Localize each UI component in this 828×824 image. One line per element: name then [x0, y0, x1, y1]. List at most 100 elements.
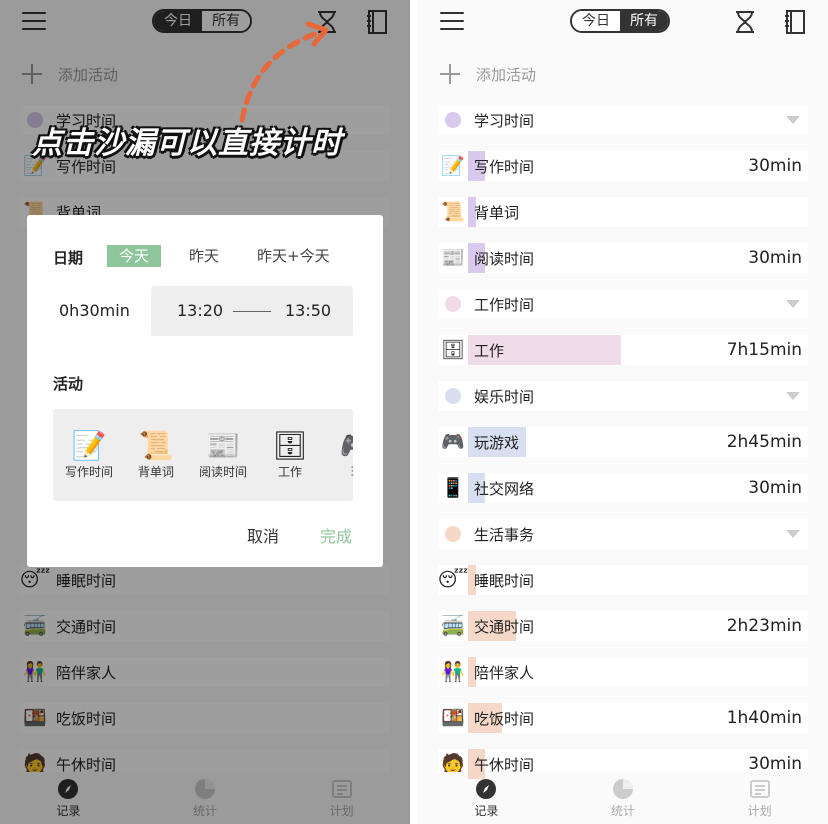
- activity-option-label: 背单词: [137, 465, 174, 479]
- activity-duration: 30min: [748, 156, 802, 176]
- nav-record-label: 记录: [474, 803, 499, 818]
- nav-record[interactable]: 记录: [418, 772, 555, 824]
- activity-row[interactable]: 🎮 玩游戏 2h45min: [438, 427, 808, 457]
- date-option-yesterday[interactable]: 昨天: [177, 245, 231, 267]
- top-bar: 今日 所有: [418, 0, 828, 44]
- activity-row[interactable]: 😴 睡眠时间: [438, 565, 808, 595]
- time-separator: [233, 311, 271, 312]
- file-cabinet-icon: 🗄: [272, 429, 308, 462]
- activity-row[interactable]: 📝 写作时间 30min: [438, 151, 808, 181]
- activity-name-wrap: 社交网络: [468, 473, 535, 503]
- duration-value: 0h30min: [59, 301, 130, 320]
- activity-name-wrap: 工作: [468, 335, 621, 365]
- sleepy-face-icon: 😴: [437, 568, 469, 591]
- category-row[interactable]: 工作时间: [438, 289, 808, 319]
- view-toggle: 今日 所有: [570, 9, 670, 33]
- newspaper-icon: 📰: [205, 429, 241, 462]
- nav-stats-label: 统计: [611, 803, 636, 818]
- arrow-icon: [239, 21, 329, 123]
- activity-row[interactable]: 👫 陪伴家人: [438, 657, 808, 687]
- category-row[interactable]: 学习时间: [438, 105, 808, 135]
- gamepad-icon: 🎮: [327, 429, 353, 463]
- activity-option[interactable]: 🎮玩: [327, 429, 353, 480]
- activity-name-wrap: 陪伴家人: [468, 657, 534, 687]
- category-color-dot: [445, 112, 461, 128]
- category-row[interactable]: 生活事务: [438, 519, 808, 549]
- category-color-dot: [445, 388, 461, 404]
- activity-label: 阅读时间: [474, 249, 535, 268]
- activity-row[interactable]: 📰 阅读时间 30min: [438, 243, 808, 273]
- notebook-icon[interactable]: [782, 9, 808, 35]
- bottom-nav: 记录 统计 计划: [418, 772, 828, 824]
- plan-icon: [749, 779, 770, 798]
- category-row[interactable]: 娱乐时间: [438, 381, 808, 411]
- activity-name-wrap: 吃饭时间: [468, 703, 535, 733]
- activity-option[interactable]: 📜 背单词: [126, 429, 186, 480]
- add-record-dialog: 日期 今天 昨天 昨天+今天 0h30min 13:20 13:50 活动 📝 写…: [27, 215, 383, 567]
- activity-duration: 30min: [748, 478, 802, 498]
- activity-name-wrap: 睡眠时间: [468, 565, 534, 595]
- chevron-down-icon[interactable]: [786, 116, 800, 124]
- family-icon: 👫: [441, 660, 465, 683]
- activity-row[interactable]: 📜 背单词: [438, 197, 808, 227]
- time-range: 13:20 13:50: [151, 286, 353, 336]
- add-activity-label: 添加活动: [476, 65, 537, 84]
- activity-row[interactable]: 🚎 交通时间 2h23min: [438, 611, 808, 641]
- nav-plan[interactable]: 计划: [691, 772, 828, 824]
- activity-label: 社交网络: [474, 479, 535, 498]
- activity-name-wrap: 阅读时间: [468, 243, 535, 273]
- activity-duration: 30min: [748, 248, 802, 268]
- chevron-down-icon[interactable]: [786, 530, 800, 538]
- plus-icon: [440, 64, 460, 84]
- activity-label: 工作: [474, 341, 505, 360]
- date-label: 日期: [53, 249, 84, 267]
- activity-name-wrap: 玩游戏: [468, 427, 526, 457]
- activity-label: 吃饭时间: [474, 709, 535, 728]
- start-time[interactable]: 13:20: [177, 301, 223, 320]
- pie-chart-icon: [613, 778, 633, 799]
- activity-option[interactable]: 🗄 工作: [260, 429, 320, 480]
- activity-option-label: 工作: [277, 465, 302, 479]
- activity-duration: 7h15min: [726, 340, 802, 360]
- nav-stats[interactable]: 统计: [555, 772, 692, 824]
- activity-option[interactable]: 📰 阅读时间: [193, 429, 253, 480]
- activity-option[interactable]: 📝 写作时间: [59, 429, 119, 480]
- category-label: 学习时间: [474, 111, 535, 130]
- gamepad-icon: 🎮: [441, 430, 465, 453]
- activity-label: 交通时间: [474, 617, 535, 636]
- newspaper-icon: 📰: [441, 246, 465, 269]
- activity-label: 午休时间: [474, 755, 535, 774]
- activity-picker[interactable]: 📝 写作时间 📜 背单词 📰 阅读时间 🗄 工作 🎮玩: [53, 409, 353, 501]
- end-time[interactable]: 13:50: [285, 301, 331, 320]
- category-color-dot: [445, 296, 461, 312]
- activity-row[interactable]: 📱 社交网络 30min: [438, 473, 808, 503]
- category-label: 娱乐时间: [474, 387, 535, 406]
- chevron-down-icon[interactable]: [786, 392, 800, 400]
- file-cabinet-icon: 🗄: [440, 338, 466, 361]
- activity-label: 写作时间: [474, 157, 535, 176]
- done-button[interactable]: 完成: [320, 523, 352, 547]
- left-screen: 今日 所有 添加活动 学习时间 📝 写作时间 📜 背单词 😴 睡眠时间 🚎 交通时间 👫 陪伴家人 🍱…: [0, 0, 410, 824]
- activity-duration: 2h23min: [726, 616, 802, 636]
- tab-today[interactable]: 今日: [572, 11, 620, 31]
- category-label: 工作时间: [474, 295, 535, 314]
- hint-caption: 点击沙漏可以直接计时: [32, 126, 342, 161]
- activity-duration: 2h45min: [726, 432, 802, 452]
- cancel-button[interactable]: 取消: [247, 523, 279, 547]
- date-option-both[interactable]: 昨天+今天: [245, 245, 342, 267]
- date-option-today[interactable]: 今天: [107, 245, 162, 267]
- activity-name-wrap: 交通时间: [468, 611, 535, 641]
- memo-icon: 📝: [441, 154, 465, 177]
- memo-icon: 📝: [71, 429, 107, 462]
- activity-name-wrap: 背单词: [468, 197, 520, 227]
- tab-all[interactable]: 所有: [620, 11, 668, 31]
- activity-row[interactable]: 🗄 工作 7h15min: [438, 335, 808, 365]
- menu-button[interactable]: [440, 12, 464, 30]
- add-activity-button[interactable]: 添加活动: [440, 60, 536, 88]
- activity-name-wrap: 写作时间: [468, 151, 535, 181]
- activity-row[interactable]: 🍱 吃饭时间 1h40min: [438, 703, 808, 733]
- compass-icon: [476, 778, 497, 799]
- activity-label: 背单词: [474, 203, 520, 222]
- chevron-down-icon[interactable]: [786, 300, 800, 308]
- hourglass-icon[interactable]: [732, 9, 758, 35]
